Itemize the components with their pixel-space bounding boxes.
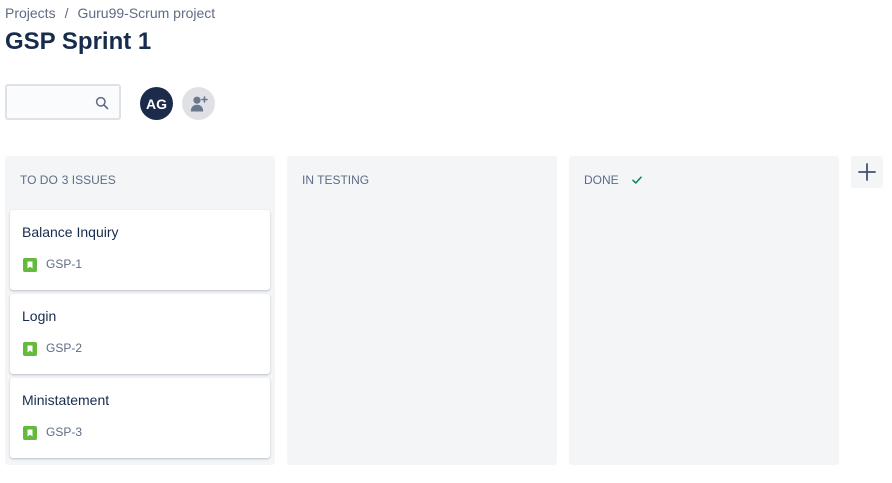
sprint-board-page: Projects / Guru99-Scrum project GSP Spri…: [0, 0, 892, 483]
issue-title: Login: [22, 308, 57, 324]
story-icon: [23, 258, 37, 272]
breadcrumb: Projects / Guru99-Scrum project: [5, 4, 215, 22]
issue-title: Ministatement: [22, 392, 110, 408]
issue-title: Balance Inquiry: [22, 224, 119, 240]
issue-card[interactable]: Ministatement GSP-3: [10, 378, 270, 458]
page-title: GSP Sprint 1: [5, 28, 152, 55]
issue-key[interactable]: GSP-1: [46, 257, 82, 271]
column-issue-count: 3 ISSUES: [61, 173, 116, 187]
issue-key[interactable]: GSP-3: [46, 425, 82, 439]
issue-card[interactable]: Login GSP-2: [10, 294, 270, 374]
plus-icon: [858, 163, 876, 181]
search-box[interactable]: [5, 84, 121, 120]
column-name: DONE: [584, 173, 619, 187]
search-icon[interactable]: [95, 96, 109, 110]
add-people-button[interactable]: [182, 87, 215, 120]
avatar-initials: AG: [146, 95, 167, 112]
breadcrumb-project[interactable]: Guru99-Scrum project: [77, 5, 215, 21]
user-avatar[interactable]: AG: [140, 87, 173, 120]
story-icon: [23, 342, 37, 356]
breadcrumb-separator: /: [64, 5, 69, 21]
issue-card[interactable]: Balance Inquiry GSP-1: [10, 210, 270, 290]
search-input[interactable]: [13, 92, 97, 114]
column-in-testing: IN TESTING: [287, 156, 557, 465]
issue-key[interactable]: GSP-2: [46, 341, 82, 355]
story-icon: [23, 426, 37, 440]
column-header-to-do: TO DO 3 ISSUES: [20, 173, 116, 187]
column-to-do: TO DO 3 ISSUES Balance Inquiry GSP-1 Log…: [5, 156, 275, 465]
column-name: TO DO: [20, 173, 58, 187]
column-header-in-testing: IN TESTING: [302, 173, 369, 187]
column-header-done: DONE: [584, 173, 643, 187]
breadcrumb-projects[interactable]: Projects: [5, 5, 56, 21]
add-column-button[interactable]: [851, 156, 883, 188]
add-person-icon: [190, 95, 208, 111]
check-icon: [631, 176, 642, 184]
column-done: DONE: [569, 156, 839, 465]
column-name: IN TESTING: [302, 173, 370, 187]
